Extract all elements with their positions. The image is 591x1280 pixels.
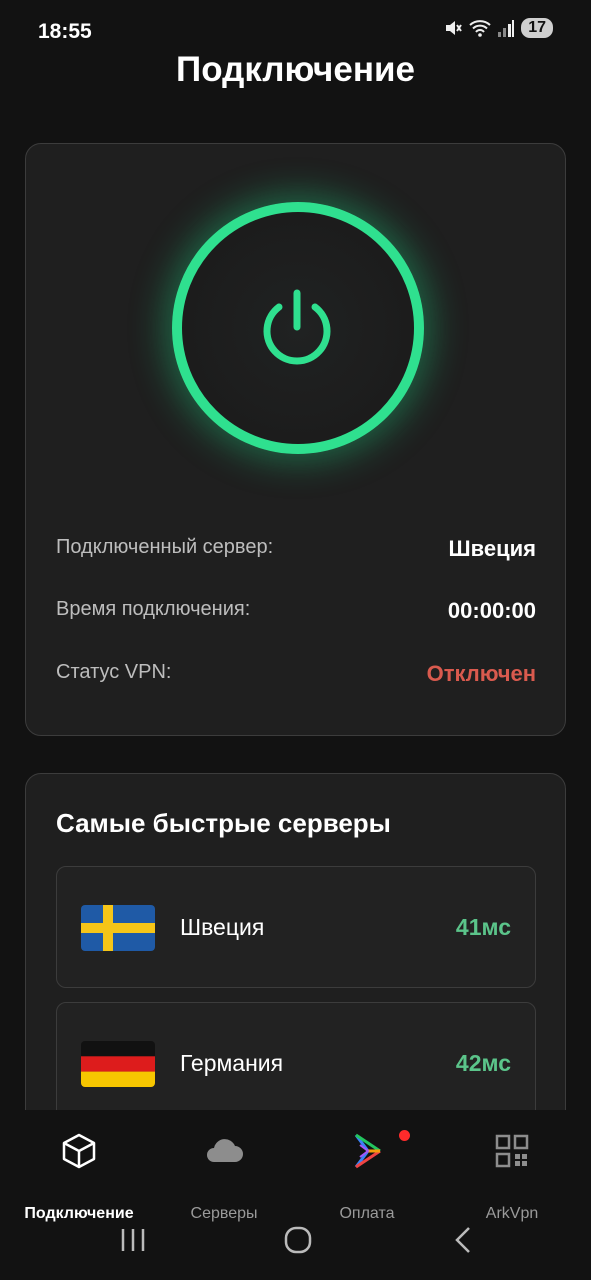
sweden-flag-icon (81, 905, 155, 951)
status-icons: 17 (443, 18, 553, 38)
signal-icon (498, 20, 515, 37)
server-name: Швеция (180, 914, 265, 940)
vpn-status-value: Отключен (426, 661, 536, 686)
notification-dot (399, 1130, 410, 1141)
cloud-icon (207, 1139, 243, 1162)
system-nav-bar (0, 1200, 591, 1280)
connection-time-row: Время подключения: 00:00:00 (56, 598, 536, 628)
back-icon[interactable] (444, 1220, 484, 1260)
server-item-germany[interactable]: Германия 42мс (56, 1002, 536, 1124)
server-item-sweden[interactable]: Швеция 41мс (56, 866, 536, 988)
status-time: 18:55 (38, 20, 92, 43)
battery-indicator: 17 (521, 18, 553, 38)
grid-icon (495, 1134, 529, 1168)
nav-arkvpn[interactable]: ArkVpn (438, 1130, 586, 1222)
connected-server-row: Подключенный сервер: Швеция (56, 536, 536, 566)
play-store-icon (354, 1133, 381, 1169)
germany-flag-icon (81, 1041, 155, 1087)
connected-server-value: Швеция (448, 536, 536, 561)
mute-icon (446, 21, 463, 35)
page-title: Подключение (176, 50, 415, 89)
server-ping: 42мс (455, 1050, 511, 1076)
server-ping: 41мс (455, 914, 511, 940)
fastest-servers-title: Самые быстрые серверы (56, 808, 391, 838)
connection-time-value: 00:00:00 (447, 598, 536, 623)
connection-time-label: Время подключения: (56, 598, 251, 620)
nav-payment[interactable]: Оплата (293, 1130, 441, 1222)
vpn-status-label: Статус VPN: (56, 661, 172, 683)
wifi-icon (469, 20, 491, 37)
nav-servers[interactable]: Серверы (150, 1130, 298, 1222)
recent-apps-icon[interactable] (113, 1220, 153, 1260)
connection-card: Подключенный сервер: Швеция Время подклю… (25, 143, 566, 736)
connected-server-label: Подключенный сервер: (56, 536, 274, 558)
server-name: Германия (180, 1050, 284, 1076)
nav-connection[interactable]: Подключение (5, 1130, 153, 1222)
home-icon[interactable] (278, 1220, 318, 1260)
cube-icon (62, 1133, 96, 1169)
vpn-status-row: Статус VPN: Отключен (56, 661, 536, 691)
power-icon (263, 289, 331, 365)
